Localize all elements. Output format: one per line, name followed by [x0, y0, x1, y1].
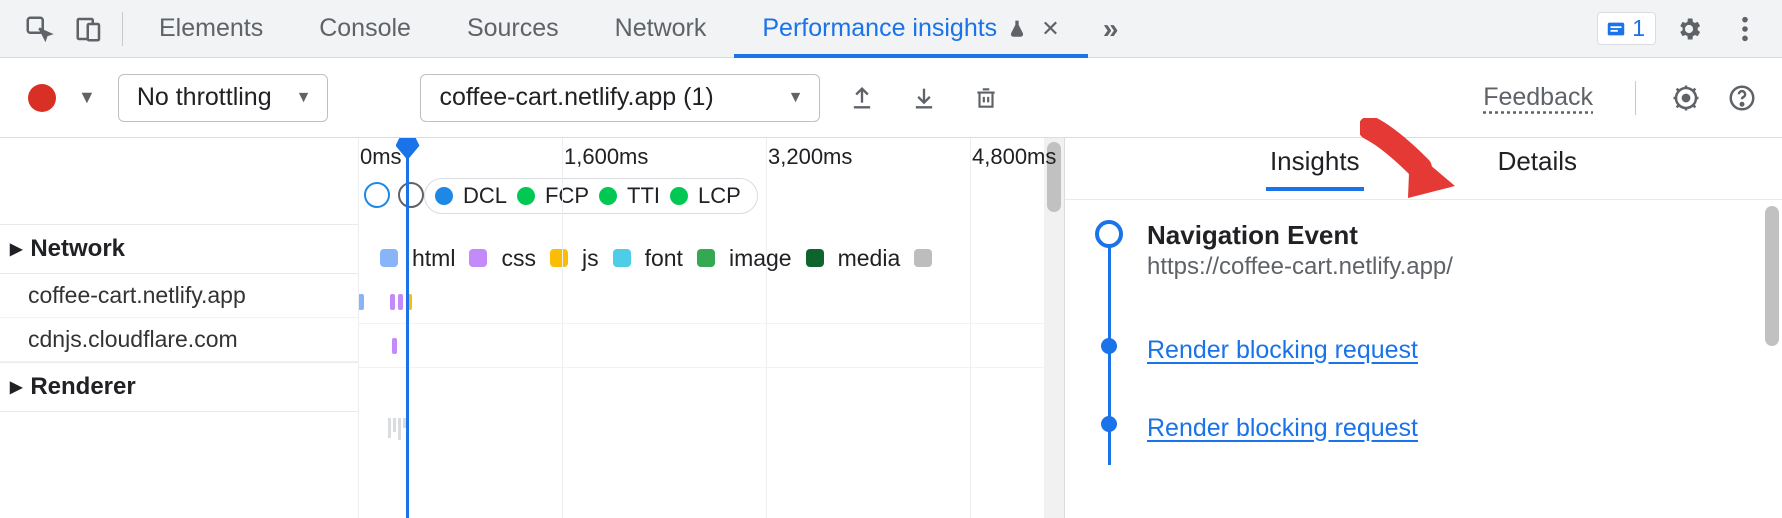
- feedback-link[interactable]: Feedback: [1483, 83, 1605, 112]
- issues-count: 1: [1632, 15, 1645, 42]
- lcp-dot: [670, 187, 688, 205]
- inspect-element-icon[interactable]: [14, 0, 64, 58]
- tab-console[interactable]: Console: [291, 0, 439, 58]
- help-icon[interactable]: [1722, 78, 1762, 118]
- import-icon[interactable]: [904, 78, 944, 118]
- network-row[interactable]: [358, 324, 1058, 368]
- dcl-label: DCL: [463, 183, 507, 209]
- lcp-label: LCP: [698, 183, 741, 209]
- insights-tab[interactable]: Insights: [1266, 146, 1364, 191]
- tti-dot: [599, 187, 617, 205]
- insight-link[interactable]: Render blocking request: [1147, 336, 1418, 365]
- insights-toolbar: ▼ No throttling ▼ coffee-cart.netlify.ap…: [0, 58, 1782, 138]
- renderer-section-label: Renderer: [30, 373, 135, 401]
- chevron-right-icon: ▶: [10, 377, 22, 397]
- tab-network[interactable]: Network: [587, 0, 735, 58]
- tti-label: TTI: [627, 183, 660, 209]
- network-row[interactable]: [358, 280, 1058, 324]
- timeline-pane: 0ms 1,600ms 3,200ms 4,800ms DCL FCP: [0, 138, 1065, 518]
- device-toggle-icon[interactable]: [64, 0, 114, 58]
- nav-event-title: Navigation Event: [1147, 220, 1752, 251]
- navigation-event[interactable]: Navigation Event https://coffee-cart.net…: [1147, 220, 1752, 281]
- other-swatch: [914, 249, 932, 267]
- session-dropdown[interactable]: coffee-cart.netlify.app (1) ▼: [420, 74, 820, 122]
- chevron-right-icon: ▶: [10, 239, 22, 259]
- close-tab-icon[interactable]: ✕: [1041, 16, 1059, 42]
- insight-link[interactable]: Render blocking request: [1147, 414, 1418, 443]
- fcp-dot: [517, 187, 535, 205]
- html-swatch: [380, 249, 398, 267]
- media-swatch: [806, 249, 824, 267]
- throttling-dropdown[interactable]: No throttling ▼: [118, 74, 329, 122]
- throttling-label: No throttling: [137, 83, 272, 112]
- export-icon[interactable]: [842, 78, 882, 118]
- image-swatch: [697, 249, 715, 267]
- panel-settings-icon[interactable]: [1666, 78, 1706, 118]
- network-section-label: Network: [30, 235, 125, 263]
- devtools-tabstrip: Elements Console Sources Network Perform…: [0, 0, 1782, 58]
- timeline-ruler[interactable]: 0ms 1,600ms 3,200ms 4,800ms: [358, 138, 1058, 178]
- js-swatch: [550, 249, 568, 267]
- nav-event-url: https://coffee-cart.netlify.app/: [1147, 253, 1752, 281]
- host-row[interactable]: cdnjs.cloudflare.com: [0, 318, 358, 362]
- flask-icon: [1007, 18, 1027, 40]
- tab-overflow-icon[interactable]: »: [1088, 0, 1134, 58]
- renderer-section-header[interactable]: ▶ Renderer: [0, 362, 358, 412]
- tab-performance-insights[interactable]: Performance insights ✕: [734, 0, 1087, 58]
- insight-node: [1101, 416, 1117, 432]
- settings-gear-icon[interactable]: [1666, 6, 1712, 52]
- fcp-label: FCP: [545, 183, 589, 209]
- record-button[interactable]: [28, 84, 56, 112]
- network-section-header[interactable]: ▶ Network: [0, 224, 358, 274]
- details-tab[interactable]: Details: [1494, 146, 1581, 191]
- delete-icon[interactable]: [966, 78, 1006, 118]
- timing-markers-pill[interactable]: DCL FCP TTI LCP: [424, 178, 758, 214]
- tab-sources[interactable]: Sources: [439, 0, 587, 58]
- horizontal-scrollbar[interactable]: [1044, 138, 1064, 518]
- insight-node: [1101, 338, 1117, 354]
- host-row[interactable]: coffee-cart.netlify.app: [0, 274, 358, 318]
- playhead[interactable]: [406, 138, 409, 518]
- session-label: coffee-cart.netlify.app (1): [439, 83, 713, 112]
- record-dropdown-caret[interactable]: ▼: [78, 87, 96, 108]
- issues-badge[interactable]: 1: [1597, 12, 1656, 45]
- nav-event-node: [1095, 220, 1123, 248]
- insights-panel: Insights Details Navigation Eve: [1065, 138, 1782, 518]
- resource-legend: html css js font image media: [380, 238, 1058, 278]
- css-swatch: [469, 249, 487, 267]
- more-menu-icon[interactable]: [1722, 6, 1768, 52]
- dcl-dot: [435, 187, 453, 205]
- tab-elements[interactable]: Elements: [131, 0, 291, 58]
- font-swatch: [613, 249, 631, 267]
- vertical-scrollbar[interactable]: [1762, 200, 1782, 518]
